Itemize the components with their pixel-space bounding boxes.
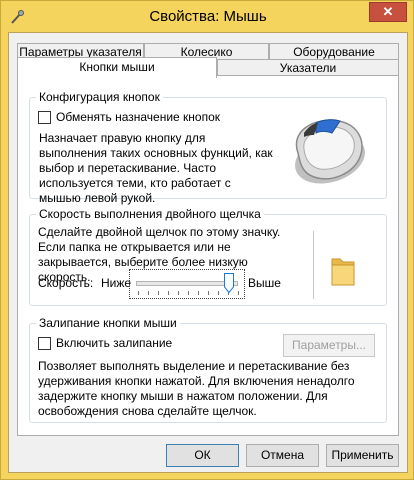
apply-button[interactable]: Применить: [326, 444, 399, 467]
close-button[interactable]: ✕: [369, 2, 407, 22]
slider-tick: [178, 291, 179, 295]
cancel-button[interactable]: Отмена: [246, 444, 319, 467]
slider-tick: [218, 291, 219, 295]
ok-button[interactable]: ОК: [166, 444, 239, 467]
speed-label: Скорость:: [38, 276, 94, 290]
button-configuration-title: Конфигурация кнопок: [36, 90, 163, 104]
folder-icon[interactable]: [330, 255, 356, 290]
swap-buttons-checkbox[interactable]: [38, 111, 51, 124]
mouse-properties-window: Свойства: Мышь ✕ Параметры указателя Кол…: [0, 0, 414, 480]
speed-fast-label: Выше: [248, 276, 281, 290]
slider-track: [136, 281, 238, 286]
speed-slow-label: Ниже: [101, 276, 132, 290]
test-area[interactable]: [313, 231, 380, 299]
double-click-speed-title: Скорость выполнения двойного щелчка: [36, 207, 264, 221]
title-bar: Свойства: Мышь ✕: [1, 1, 414, 33]
double-click-speed-slider[interactable]: [129, 269, 245, 299]
slider-tick: [208, 291, 209, 295]
slider-thumb[interactable]: [224, 273, 234, 294]
slider-tick: [198, 291, 199, 295]
button-configuration-description: Назначает правую кнопку для выполнения т…: [39, 131, 273, 205]
mouse-illustration: [280, 103, 379, 193]
tab-mouse-buttons[interactable]: Кнопки мыши: [17, 57, 217, 78]
clicklock-checkbox[interactable]: [38, 337, 51, 350]
clicklock-description: Позволяет выполнять выделение и перетаск…: [38, 359, 355, 418]
clicklock-settings-button[interactable]: Параметры...: [283, 334, 375, 357]
window-title: Свойства: Мышь: [149, 8, 267, 25]
swap-buttons-label[interactable]: Обменять назначение кнопок: [56, 110, 220, 125]
close-icon: ✕: [382, 4, 394, 19]
slider-tick: [158, 291, 159, 295]
slider-tick: [238, 291, 239, 295]
slider-tick: [188, 291, 189, 295]
clicklock-label[interactable]: Включить залипание: [56, 336, 172, 351]
clicklock-title: Залипание кнопки мыши: [36, 316, 180, 330]
slider-tick: [168, 291, 169, 295]
slider-tick: [148, 291, 149, 295]
slider-tick: [138, 291, 139, 295]
